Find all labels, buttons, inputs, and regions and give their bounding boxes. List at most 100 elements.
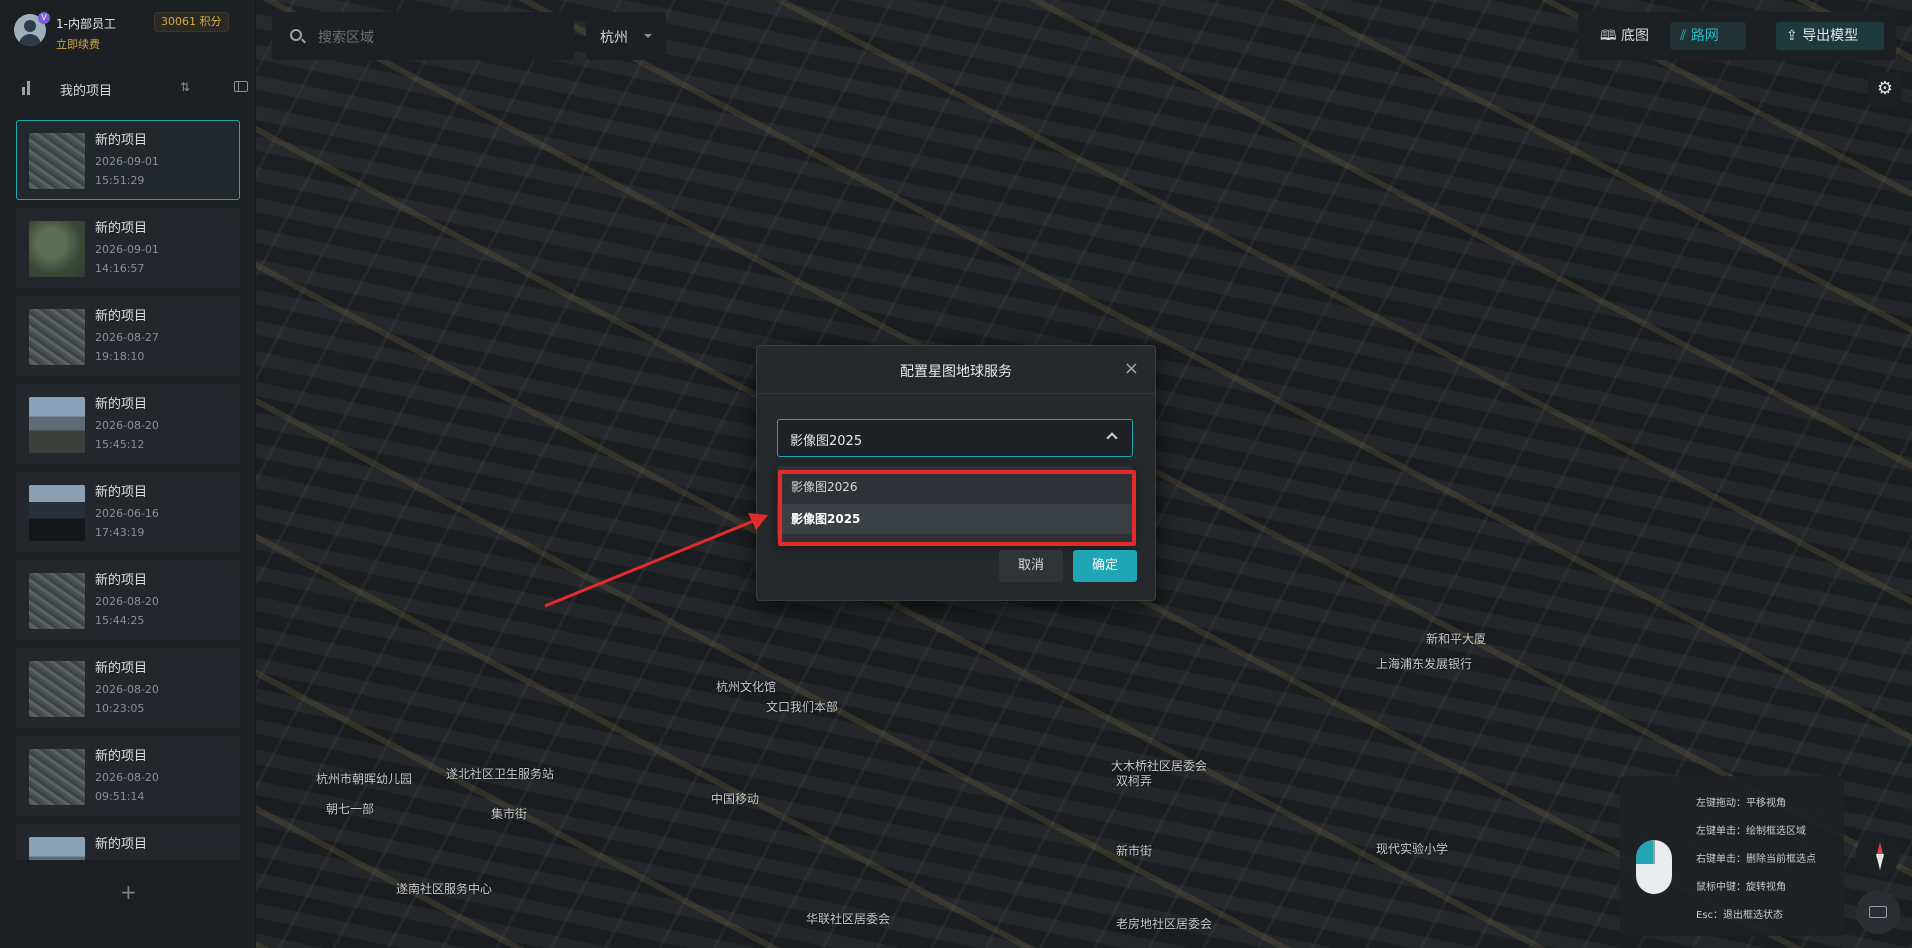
add-project-button[interactable]: +	[120, 880, 137, 904]
project-date: 2026-09-01	[95, 243, 159, 256]
keyboard-icon[interactable]	[1856, 890, 1900, 934]
project-time: 15:45:12	[95, 438, 145, 451]
projects-title: 我的项目	[60, 84, 113, 99]
project-thumbnail	[29, 485, 85, 541]
project-sidebar: V 1-内部员工 立即续费 30061 积分 我的项目 ⇅ 新的项目 2026-0…	[0, 0, 256, 948]
project-title: 新的项目	[95, 397, 148, 412]
map-label: 华联社区居委会	[806, 912, 891, 926]
map-label: 朝七一部	[326, 802, 375, 816]
export-model-button[interactable]: ⇪ 导出模型	[1776, 22, 1884, 50]
project-time: 09:51:14	[95, 790, 145, 803]
project-title: 新的项目	[95, 749, 148, 764]
imagery-select-value: 影像图2025	[790, 434, 863, 449]
project-thumbnail	[29, 309, 85, 365]
sort-icon[interactable]: ⇅	[180, 80, 194, 94]
project-title: 新的项目	[95, 221, 148, 236]
gear-icon[interactable]: ⚙	[1868, 72, 1902, 106]
road-network-button[interactable]: ⫽ 路网	[1670, 22, 1746, 50]
mouse-icon	[1636, 840, 1672, 894]
dialog-header: 配置星图地球服务 ×	[757, 346, 1155, 394]
project-date: 2026-06-16	[95, 507, 159, 520]
imagery-select[interactable]: 影像图2025	[777, 419, 1133, 457]
project-title: 新的项目	[95, 309, 148, 324]
project-date: 2026-09-01	[95, 155, 159, 168]
map-label: 双柯弄	[1116, 774, 1153, 788]
confirm-button[interactable]: 确定	[1073, 550, 1137, 582]
project-date: 2026-08-27	[95, 331, 159, 344]
project-thumbnail	[29, 661, 85, 717]
base-map-button[interactable]: 🕮 底图	[1600, 22, 1649, 50]
city-select[interactable]: 杭州	[586, 12, 666, 60]
project-date: 2026-08-20	[95, 771, 159, 784]
chevron-down-icon	[644, 34, 652, 42]
map-label: 新和平大厦	[1426, 632, 1487, 646]
road-label: 路网	[1690, 28, 1719, 44]
map-label: 遂南社区服务中心	[396, 882, 493, 896]
export-label: 导出模型	[1802, 28, 1859, 44]
road-icon: ⫽	[1680, 28, 1691, 44]
map-label: 遂北社区卫生服务站	[446, 767, 555, 781]
user-name: 1-内部员工	[56, 17, 116, 31]
help-row: Esc：退出框选状态	[1696, 910, 1784, 921]
controls-help-panel: 左键拖动：平移视角 左键单击：绘制框选区域 右键单击：删除当前框选点 鼠标中键：…	[1620, 776, 1844, 936]
project-item[interactable]: 新的项目 2026-09-01 15:51:29	[16, 120, 240, 200]
map-label: 上海浦东发展银行	[1376, 657, 1473, 671]
project-thumbnail	[29, 837, 85, 860]
base-map-label: 底图	[1620, 28, 1649, 44]
project-item[interactable]: 新的项目	[16, 824, 240, 860]
city-value: 杭州	[600, 30, 628, 46]
annotation-highlight-box	[778, 470, 1136, 546]
compass-icon[interactable]	[1856, 832, 1900, 876]
project-item[interactable]: 新的项目 2026-08-20 10:23:05	[16, 648, 240, 728]
project-list: 新的项目 2026-09-01 15:51:29 新的项目 2026-09-01 14:1…	[16, 120, 240, 860]
project-thumbnail	[29, 573, 85, 629]
project-item[interactable]: 新的项目 2026-09-01 14:16:57	[16, 208, 240, 288]
project-time: 19:18:10	[95, 350, 145, 363]
map-label: 杭州文化馆	[716, 680, 777, 694]
close-icon[interactable]: ×	[1124, 358, 1139, 379]
points-badge: 30061 积分	[154, 12, 229, 32]
project-item[interactable]: 新的项目 2026-08-20 09:51:14	[16, 736, 240, 816]
cancel-button[interactable]: 取消	[999, 550, 1063, 582]
map-label: 新市街	[1116, 844, 1153, 858]
map-label: 中国移动	[711, 792, 760, 806]
search-input[interactable]: 搜索区域	[318, 27, 374, 47]
project-title: 新的项目	[95, 837, 148, 852]
collapse-panel-icon[interactable]	[234, 81, 248, 92]
search-icon	[290, 29, 302, 41]
projects-icon	[22, 81, 34, 95]
map-label: 杭州市朝晖幼儿园	[316, 772, 413, 786]
project-title: 新的项目	[95, 485, 148, 500]
user-info: V 1-内部员工 立即续费 30061 积分	[14, 12, 244, 52]
project-item[interactable]: 新的项目 2026-08-20 15:44:25	[16, 560, 240, 640]
map-label: 现代实验小学	[1376, 842, 1449, 856]
map-label: 文口我们本部	[766, 700, 839, 714]
chevron-up-icon	[1106, 432, 1118, 444]
project-item[interactable]: 新的项目 2026-08-20 15:45:12	[16, 384, 240, 464]
map-icon: 🕮	[1600, 28, 1621, 44]
project-title: 新的项目	[95, 133, 148, 148]
project-item[interactable]: 新的项目 2026-06-16 17:43:19	[16, 472, 240, 552]
project-time: 15:51:29	[95, 174, 145, 187]
map-label: 老房地社区居委会	[1116, 917, 1213, 931]
project-title: 新的项目	[95, 661, 148, 676]
project-time: 10:23:05	[95, 702, 145, 715]
project-date: 2026-08-20	[95, 683, 159, 696]
project-time: 15:44:25	[95, 614, 145, 627]
help-row: 鼠标中键：旋转视角	[1696, 882, 1786, 893]
map-toolbar: 🕮 底图 ⫽ 路网 ⇪ 导出模型	[1578, 12, 1896, 60]
renew-link[interactable]: 立即续费	[56, 36, 100, 52]
help-row: 右键单击：删除当前框选点	[1696, 854, 1816, 865]
project-date: 2026-08-20	[95, 419, 159, 432]
dialog-title: 配置星图地球服务	[900, 364, 1012, 380]
upload-icon: ⇪	[1786, 28, 1803, 44]
vip-badge: V	[38, 12, 50, 24]
project-thumbnail	[29, 221, 85, 277]
project-item[interactable]: 新的项目 2026-08-27 19:18:10	[16, 296, 240, 376]
help-row: 左键拖动：平移视角	[1696, 798, 1786, 809]
help-row: 左键单击：绘制框选区域	[1696, 826, 1806, 837]
projects-header: 我的项目 ⇅	[18, 78, 248, 100]
search-box[interactable]: 搜索区域	[272, 12, 574, 60]
project-title: 新的项目	[95, 573, 148, 588]
project-date: 2026-08-20	[95, 595, 159, 608]
